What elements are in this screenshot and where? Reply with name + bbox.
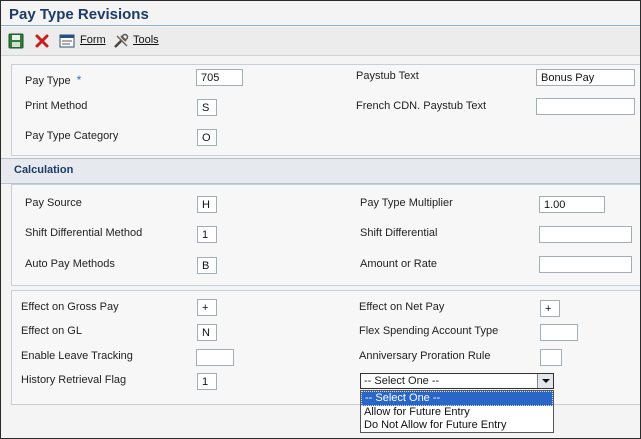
effect-on-net-pay-field[interactable]: +: [540, 300, 560, 317]
paystub-text-field[interactable]: Bonus Pay: [536, 69, 635, 86]
flex-spending-account-type-label: Flex Spending Account Type: [359, 325, 499, 337]
future-entry-dropdown-list: -- Select One -- Allow for Future Entry …: [360, 390, 554, 433]
french-cdn-paystub-text-label: French CDN. Paystub Text: [356, 100, 487, 112]
calculation-heading: Calculation: [14, 164, 74, 176]
effect-on-net-pay-label: Effect on Net Pay: [359, 301, 445, 313]
effect-on-gl-field[interactable]: N: [197, 324, 217, 341]
shift-differential-method-label: Shift Differential Method: [25, 227, 143, 239]
paystub-text-label: Paystub Text: [356, 70, 419, 82]
history-retrieval-flag-label: History Retrieval Flag: [21, 374, 127, 386]
pay-source-label: Pay Source: [25, 197, 82, 209]
pay-type-multiplier-label: Pay Type Multiplier: [360, 197, 453, 209]
french-cdn-paystub-text-field[interactable]: [536, 98, 635, 115]
print-method-label: Print Method: [25, 100, 88, 112]
shift-differential-field[interactable]: [539, 226, 632, 243]
required-marker: *: [76, 73, 82, 87]
tools-icon[interactable]: [113, 33, 129, 49]
shift-differential-label: Shift Differential: [360, 227, 438, 239]
calculation-section-header: Calculation: [1, 158, 640, 184]
form-icon[interactable]: [59, 33, 75, 49]
amount-or-rate-field[interactable]: [539, 256, 632, 273]
effect-on-gl-label: Effect on GL: [21, 325, 82, 337]
effect-on-gross-pay-field[interactable]: +: [197, 299, 217, 316]
title-divider: [1, 25, 640, 26]
pay-type-field[interactable]: 705: [196, 69, 243, 86]
flex-spending-account-type-field[interactable]: [540, 324, 578, 341]
print-method-field[interactable]: S: [197, 99, 217, 116]
future-entry-select[interactable]: -- Select One --: [360, 373, 554, 389]
pay-source-field[interactable]: H: [197, 196, 217, 213]
tools-menu-label[interactable]: Tools: [133, 34, 159, 46]
auto-pay-methods-label: Auto Pay Methods: [25, 258, 115, 270]
pay-type-category-label: Pay Type Category: [25, 130, 119, 142]
pay-type-multiplier-field[interactable]: 1.00: [539, 196, 605, 213]
enable-leave-tracking-field[interactable]: [196, 349, 234, 366]
dropdown-option[interactable]: Allow for Future Entry: [361, 406, 553, 419]
pay-type-revisions-window: Pay Type Revisions Form Tools Pay Type * …: [0, 0, 641, 439]
history-retrieval-flag-field[interactable]: 1: [197, 373, 217, 390]
auto-pay-methods-field[interactable]: B: [197, 257, 217, 274]
save-icon[interactable]: [8, 33, 24, 49]
dropdown-option[interactable]: Do Not Allow for Future Entry: [361, 419, 553, 432]
form-menu-label[interactable]: Form: [80, 34, 106, 46]
anniversary-proration-rule-field[interactable]: [540, 349, 562, 366]
anniversary-proration-rule-label: Anniversary Proration Rule: [359, 350, 491, 362]
pay-type-label: Pay Type *: [25, 73, 82, 87]
dropdown-option[interactable]: -- Select One --: [361, 391, 553, 406]
form-menu[interactable]: Form: [80, 34, 106, 46]
effect-on-gross-pay-label: Effect on Gross Pay: [21, 301, 119, 313]
tools-menu[interactable]: Tools: [133, 34, 159, 46]
future-entry-select-value: -- Select One --: [364, 375, 440, 387]
chevron-down-icon[interactable]: [537, 374, 553, 388]
enable-leave-tracking-label: Enable Leave Tracking: [21, 350, 133, 362]
window-title: Pay Type Revisions: [9, 6, 149, 23]
shift-differential-method-field[interactable]: 1: [197, 226, 217, 243]
amount-or-rate-label: Amount or Rate: [360, 258, 438, 270]
toolbar: Form Tools: [1, 27, 640, 56]
close-icon[interactable]: [34, 33, 50, 49]
pay-type-category-field[interactable]: O: [197, 129, 217, 146]
